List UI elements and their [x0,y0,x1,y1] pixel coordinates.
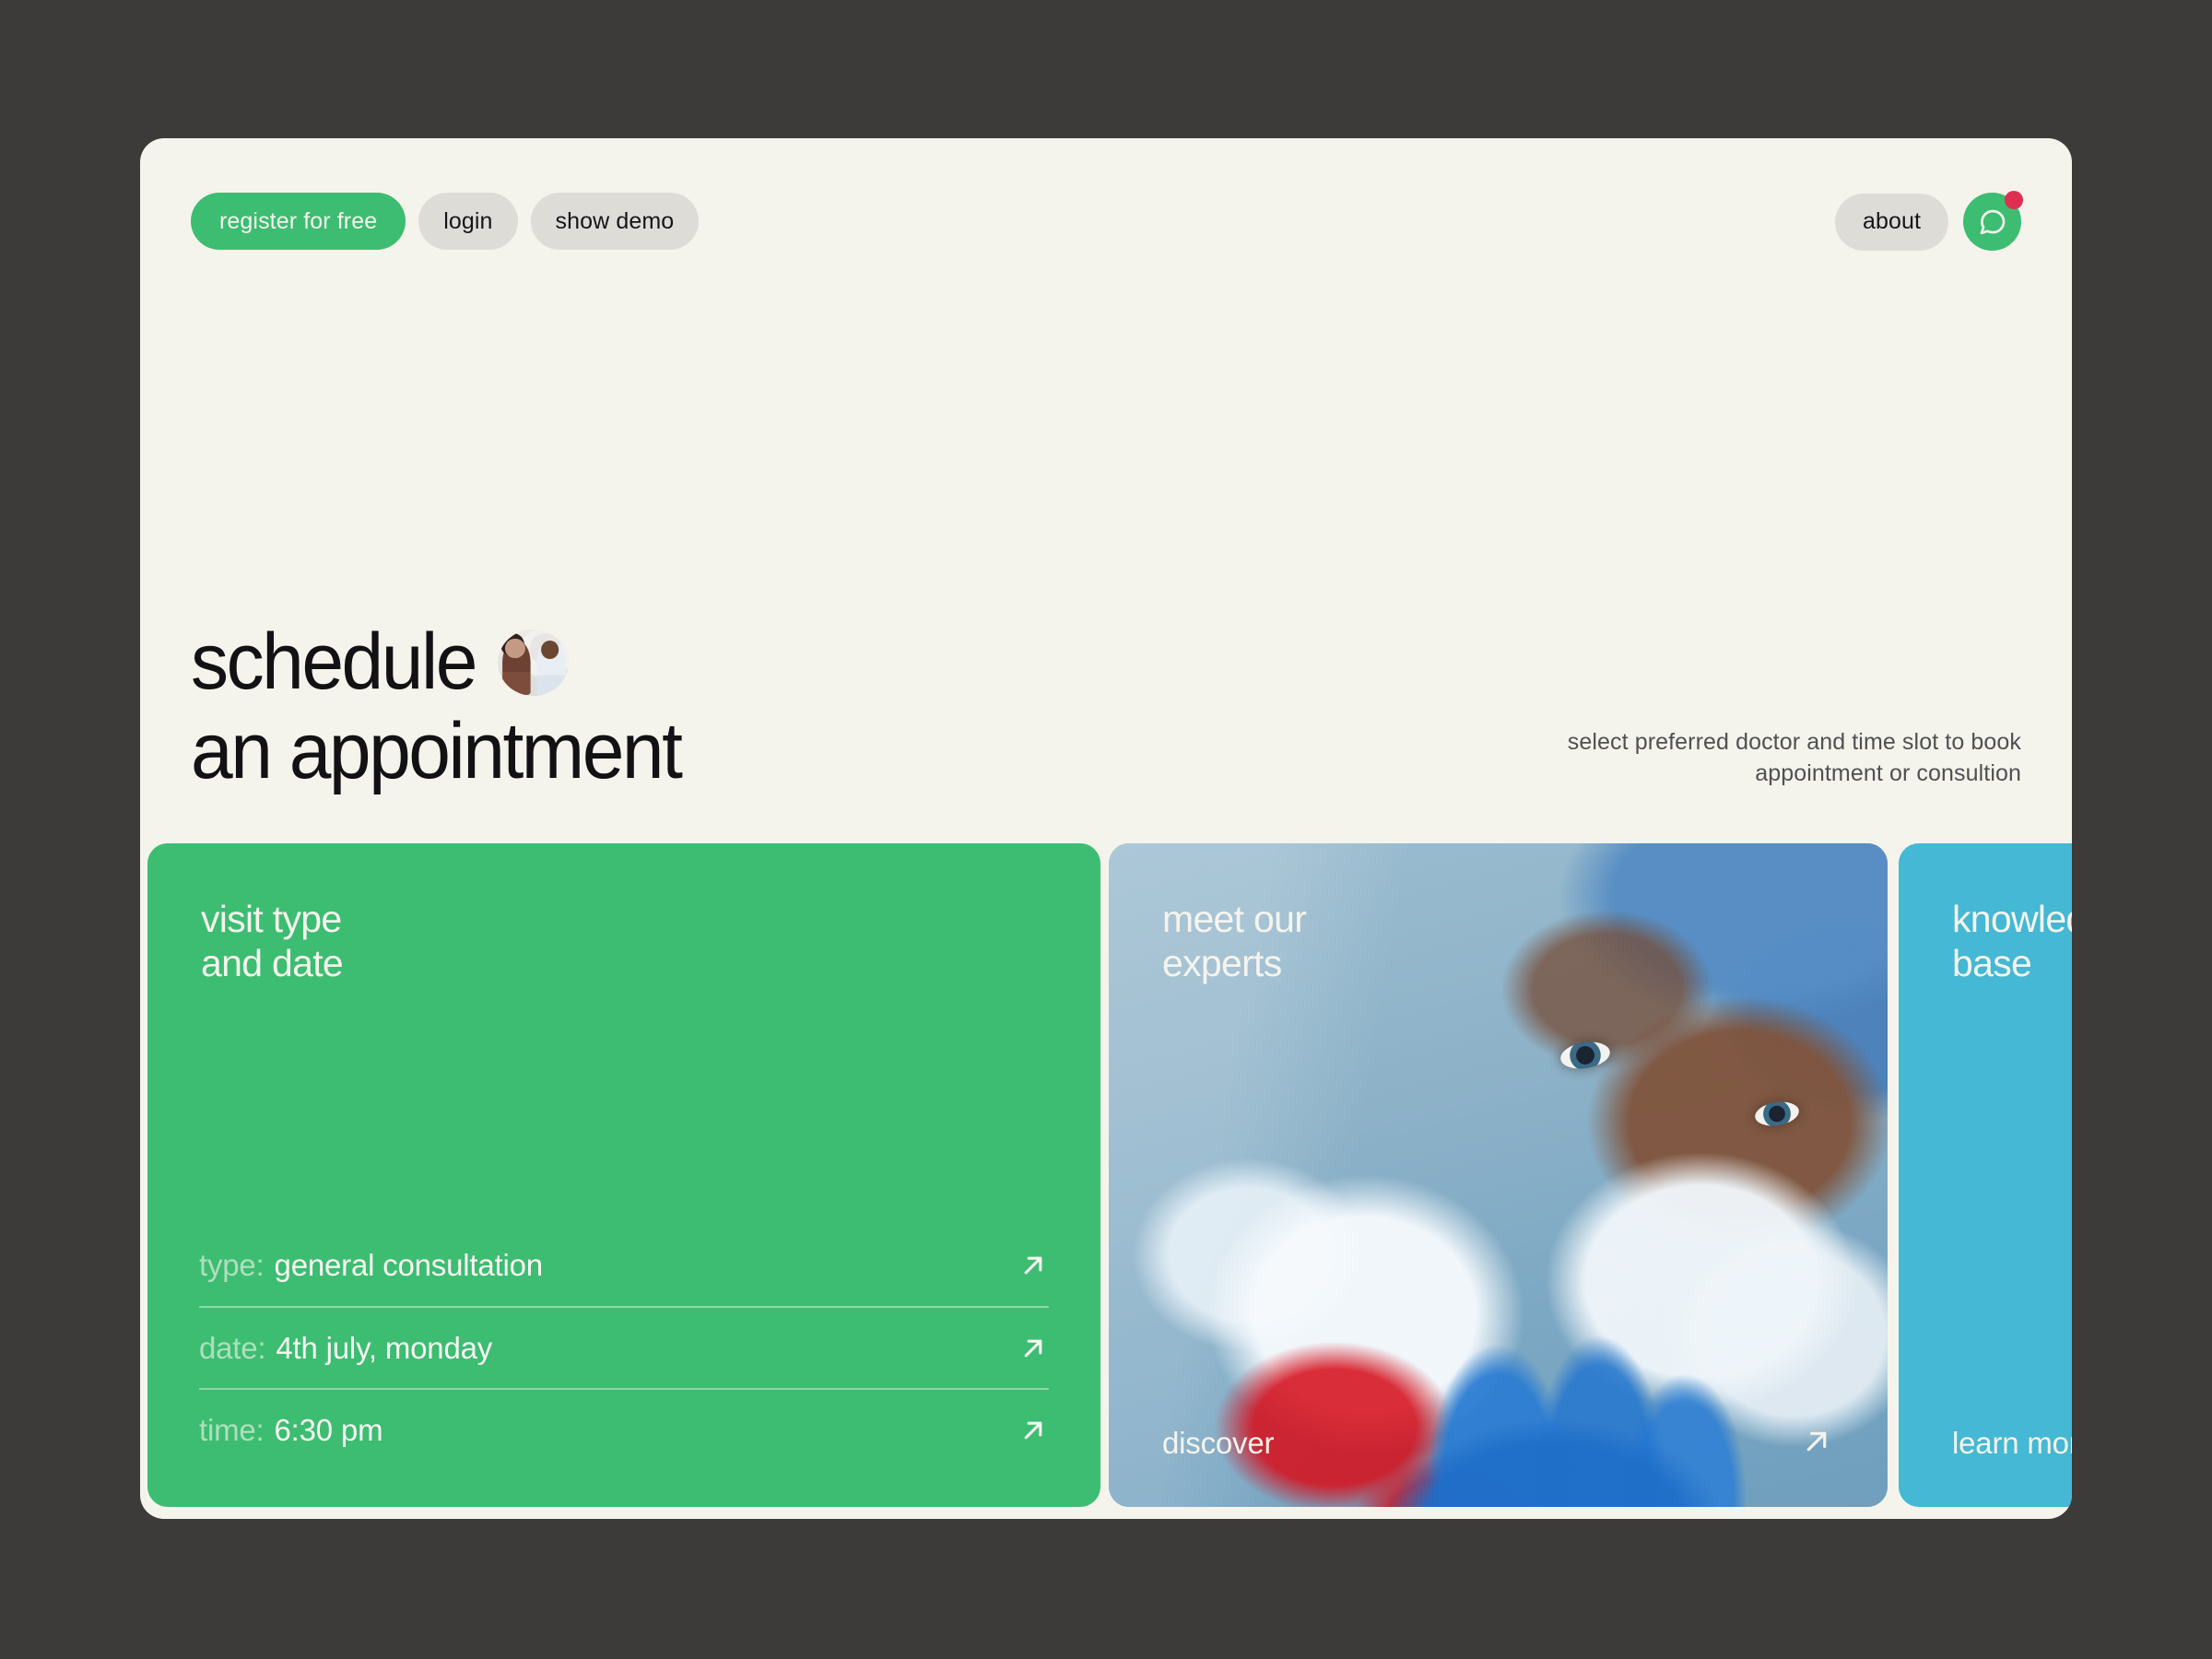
page-title-line-1: schedule [191,618,477,706]
hero-subtitle-line-1: select preferred doctor and time slot to… [1567,729,2021,755]
arrow-up-right-icon[interactable] [1018,1250,1049,1281]
arrow-up-right-icon[interactable] [1018,1333,1049,1364]
visit-date-label: date: [199,1330,266,1365]
show-demo-button[interactable]: show demo [530,193,700,250]
visit-time-label: time: [199,1412,265,1447]
hero-section: schedule an appointment select preferred… [191,618,2021,796]
arrow-up-right-icon[interactable] [1018,1415,1049,1446]
visit-time-value: 6:30 pm [274,1412,383,1447]
visit-date-row[interactable]: date: 4th july, monday [199,1306,1049,1388]
visit-card-title: visit type and date [201,898,344,984]
knowledge-base-card[interactable]: knowledge base learn more [1899,843,2072,1507]
top-navigation: register for free login show demo about [140,138,2072,276]
visit-type-label: type: [199,1247,265,1282]
knowledge-card-title: knowledge base [1952,898,2072,984]
browser-window: register for free login show demo about … [140,138,2072,1519]
register-for-free-button[interactable]: register for free [191,193,406,250]
about-button[interactable]: about [1834,193,1948,251]
visit-time-row[interactable]: time: 6:30 pm [199,1388,1049,1470]
visit-type-value: general consultation [274,1247,544,1282]
login-button[interactable]: login [418,193,518,250]
doctor-and-patient-photo [498,629,570,696]
meet-our-experts-card[interactable]: meet our experts discover [1109,843,1888,1507]
notification-badge [2005,191,2023,209]
nav-right-group: about [1834,191,2023,251]
discover-link[interactable]: discover [1162,1426,1274,1461]
visit-date-value: 4th july, monday [276,1330,493,1365]
appointment-form: type: general consultation date: 4th jul… [199,1224,1049,1470]
chat-button[interactable] [1963,191,2023,251]
visit-type-and-date-card[interactable]: visit type and date type: general consul… [147,843,1100,1507]
hero-subtitle: select preferred doctor and time slot to… [1568,726,2021,789]
visit-type-row[interactable]: type: general consultation [199,1224,1049,1306]
chat-bubble-icon [1977,206,2008,238]
learn-more-link[interactable]: learn more [1952,1426,2072,1461]
cards-row: visit type and date type: general consul… [140,843,2072,1507]
nav-left-group: register for free login show demo [191,193,700,250]
experts-card-title: meet our experts [1162,898,1307,984]
arrow-up-right-icon[interactable] [1799,1424,1834,1459]
hero-subtitle-line-2: appointment or consultion [1755,760,2021,786]
